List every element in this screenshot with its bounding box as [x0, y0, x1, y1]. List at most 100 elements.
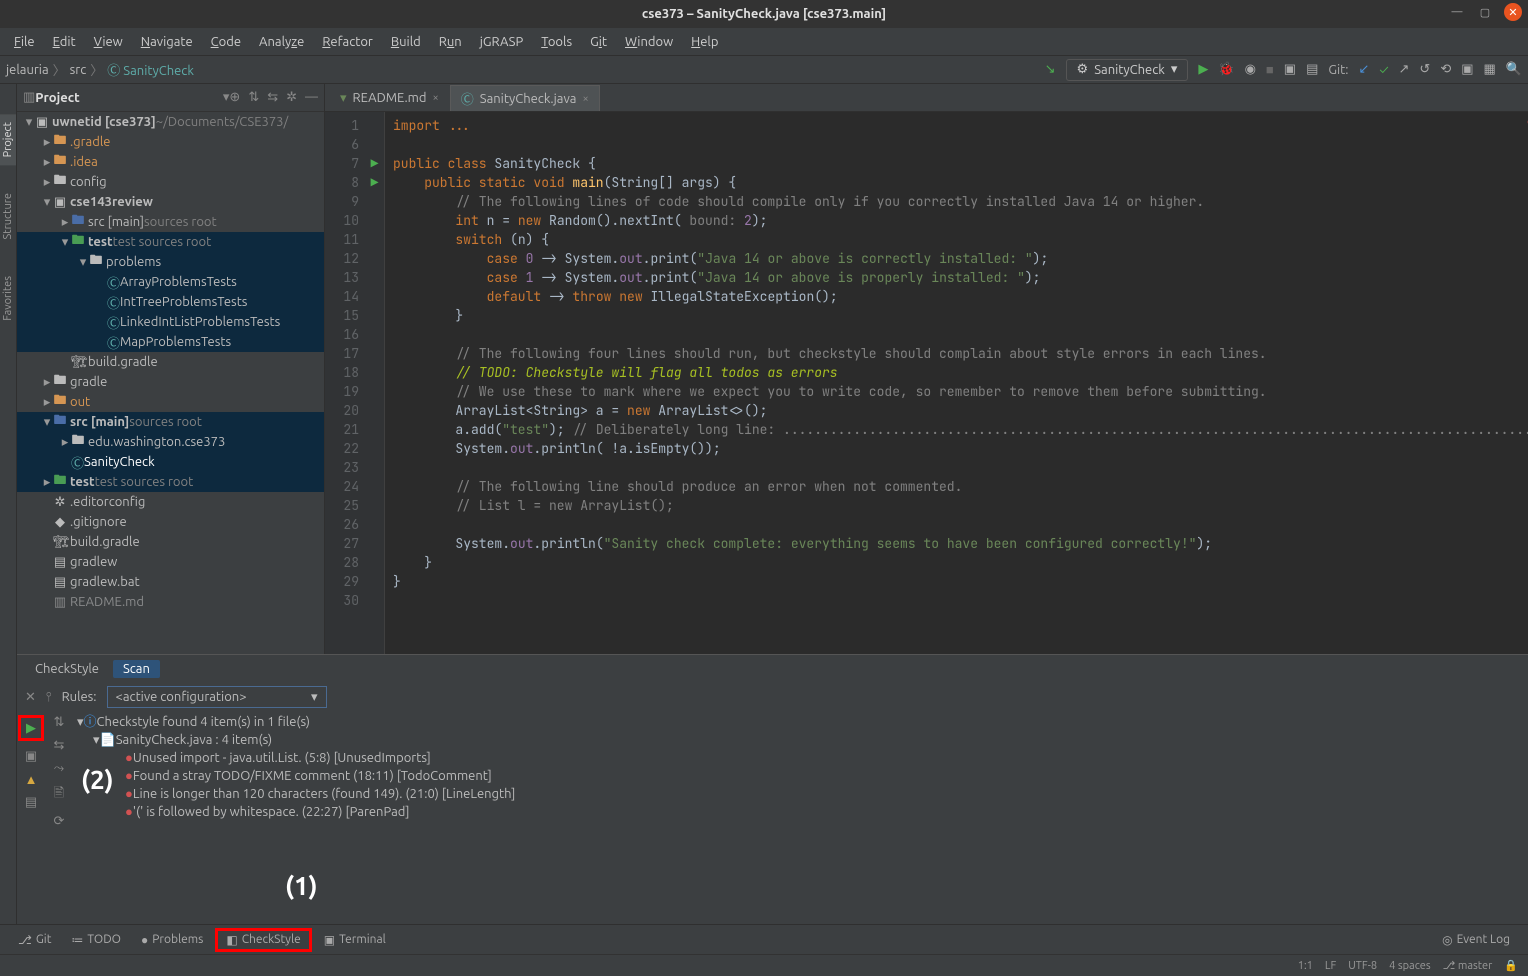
menu-edit[interactable]: Edit — [45, 33, 84, 51]
reload-icon[interactable]: ⟳ — [54, 814, 65, 829]
rules-label: Rules: — [62, 690, 97, 704]
menu-file[interactable]: File — [6, 33, 43, 51]
git-rollback-icon[interactable]: ⟲ — [1440, 62, 1451, 77]
bottom-tool-problems[interactable]: ● Problems — [133, 931, 211, 949]
chevron-right-icon: 〉 — [53, 60, 66, 79]
bottom-tool-terminal[interactable]: ▣ Terminal — [316, 931, 394, 949]
panel-tabs: CheckStyle Scan ✲ — — [17, 655, 1528, 683]
menu-jgrasp[interactable]: jGRASP — [472, 33, 532, 51]
profiler2-icon[interactable]: ▤ — [1306, 62, 1318, 77]
settings-icon[interactable]: ▤ — [25, 795, 37, 810]
profiler-icon[interactable]: ▣ — [1284, 62, 1296, 77]
line-separator[interactable]: LF — [1325, 960, 1336, 972]
run-config-combo[interactable]: ⚙ SanityCheck ▾ — [1066, 59, 1189, 81]
ide-settings-icon[interactable]: ▦ — [1484, 62, 1496, 77]
toolbar-actions: ↘ ⚙ SanityCheck ▾ ▶ 🐞 ◉ ■ ▣ ▤ Git: ↙ ✓ ↗… — [1045, 59, 1522, 81]
menu-refactor[interactable]: Refactor — [314, 33, 381, 51]
debug-icon[interactable]: 🐞 — [1218, 62, 1234, 77]
panel-tab-checkstyle[interactable]: CheckStyle — [25, 660, 109, 678]
menu-run[interactable]: Run — [431, 33, 470, 51]
left-tab-favorites[interactable]: Favorites — [0, 268, 16, 329]
editor-tabs: ▾README.md× ⒸSanityCheck.java× — [325, 84, 1528, 112]
git-commit-icon[interactable]: ✓ — [1379, 63, 1388, 77]
menu-help[interactable]: Help — [683, 33, 726, 51]
run-icon[interactable]: ▶ — [1198, 62, 1208, 77]
menu-analyze[interactable]: Analyze — [251, 33, 312, 51]
bottom-tool-checkstyle[interactable]: ◧ CheckStyle — [215, 928, 311, 952]
project-tool-window: ▥ Project ▾ ⊕ ⇅ ⇆ ✲ — ▾▣uwnetid [cse373]… — [17, 84, 325, 654]
panel-left-toolbar-2: ⇅ ⇆ ⤳ 🖹 ⟳ — [45, 711, 73, 924]
chevron-right-icon: 〉 — [90, 60, 103, 79]
left-tab-project[interactable]: Project — [0, 114, 16, 165]
search-icon[interactable]: 🔍 — [1506, 62, 1522, 77]
rules-combo[interactable]: <active configuration>▾ — [107, 686, 327, 708]
breadcrumb-item[interactable]: jelauria — [6, 63, 49, 77]
minimize-icon[interactable]: — — [1448, 3, 1466, 21]
close-icon[interactable]: × — [582, 93, 588, 105]
git-branch[interactable]: ⎇ master — [1443, 959, 1493, 972]
stop-icon[interactable]: ■ — [1266, 62, 1274, 77]
editor-area: ▾README.md× ⒸSanityCheck.java× 167891011… — [325, 84, 1528, 654]
code-editor[interactable]: 1678910111213141516171819202122232425262… — [325, 112, 1528, 654]
left-tool-strip: Project Structure Favorites — [0, 84, 17, 924]
menu-build[interactable]: Build — [383, 33, 429, 51]
folder-icon: ▥ — [23, 90, 35, 105]
file-encoding[interactable]: UTF-8 — [1348, 960, 1377, 972]
menu-bar: File Edit View Navigate Code Analyze Ref… — [0, 28, 1528, 56]
editor-tab[interactable]: ▾README.md× — [329, 85, 450, 111]
export-icon[interactable]: 🖹 — [54, 784, 64, 806]
git-push-icon[interactable]: ↗ — [1399, 62, 1410, 77]
annotation-2: (2) — [81, 765, 114, 794]
code-content[interactable]: import ... public class SanityCheck { pu… — [385, 112, 1528, 654]
breadcrumb-item[interactable]: Ⓒ SanityCheck — [107, 60, 194, 79]
window-controls: — ▢ ✕ — [1448, 3, 1522, 21]
locate-icon[interactable]: ⊕ — [229, 90, 240, 105]
gutter-icons[interactable]: ▶▶ — [365, 112, 385, 654]
panel-toolbar: ✕ ⫯ Rules: <active configuration>▾ — [17, 683, 1528, 711]
editor-tab[interactable]: ⒸSanityCheck.java× — [450, 85, 600, 111]
caret-position[interactable]: 1:1 — [1298, 960, 1313, 972]
menu-navigate[interactable]: Navigate — [133, 33, 201, 51]
expand-icon[interactable]: ⇅ — [248, 90, 259, 105]
project-struct-icon[interactable]: ▣ — [1461, 62, 1473, 77]
bottom-tool-git[interactable]: ⎇ Git — [10, 931, 59, 949]
bottom-tool-bar: ⎇ Git ≔ TODO ● Problems ◧ CheckStyle ▣ T… — [0, 924, 1528, 954]
autoscroll-icon[interactable]: ⤳ — [54, 761, 64, 776]
coverage-icon[interactable]: ◉ — [1245, 62, 1256, 77]
menu-tools[interactable]: Tools — [533, 33, 580, 51]
git-label: Git: — [1328, 63, 1348, 77]
menu-git[interactable]: Git — [582, 33, 615, 51]
expand-icon[interactable]: ⇅ — [54, 715, 65, 730]
lock-icon[interactable]: 🔒 — [1504, 959, 1518, 972]
menu-view[interactable]: View — [86, 33, 131, 51]
close-icon[interactable]: ✕ — [25, 690, 36, 705]
event-log[interactable]: ◎ Event Log — [1434, 931, 1518, 949]
scan-play-button[interactable]: ▶ — [18, 715, 44, 741]
hammer-icon[interactable]: ↘ — [1045, 62, 1056, 77]
menu-code[interactable]: Code — [203, 33, 249, 51]
collapse-icon[interactable]: ⇆ — [267, 90, 278, 105]
collapse-icon[interactable]: ⇆ — [54, 738, 65, 753]
menu-window[interactable]: Window — [617, 33, 681, 51]
gear-icon[interactable]: ✲ — [286, 90, 297, 105]
filter-icon[interactable]: ⫯ — [46, 690, 52, 705]
project-title: Project — [35, 91, 223, 105]
close-icon[interactable]: ✕ — [1504, 3, 1522, 21]
checkstyle-panel: CheckStyle Scan ✲ — ✕ ⫯ Rules: <active c… — [17, 654, 1528, 924]
indent-info[interactable]: 4 spaces — [1389, 960, 1431, 972]
left-tab-structure[interactable]: Structure — [0, 185, 16, 248]
hide-icon[interactable]: — — [305, 90, 318, 105]
navigation-bar: jelauria 〉 src 〉 Ⓒ SanityCheck ↘ ⚙ Sanit… — [0, 56, 1528, 84]
line-numbers: 1678910111213141516171819202122232425262… — [325, 112, 365, 654]
module-icon[interactable]: ▣ — [25, 749, 37, 764]
git-update-icon[interactable]: ↙ — [1358, 62, 1369, 77]
panel-tab-scan[interactable]: Scan — [113, 660, 160, 678]
breadcrumb-item[interactable]: src — [70, 63, 87, 77]
warn-icon[interactable]: ▲ — [25, 772, 38, 787]
annotation-1: (1) — [285, 871, 318, 900]
maximize-icon[interactable]: ▢ — [1476, 3, 1494, 21]
project-tree[interactable]: ▾▣uwnetid [cse373] ~/Documents/CSE373/ ▸… — [17, 112, 324, 654]
git-history-icon[interactable]: ↺ — [1419, 62, 1430, 77]
close-icon[interactable]: × — [433, 92, 439, 104]
bottom-tool-todo[interactable]: ≔ TODO — [63, 931, 129, 949]
